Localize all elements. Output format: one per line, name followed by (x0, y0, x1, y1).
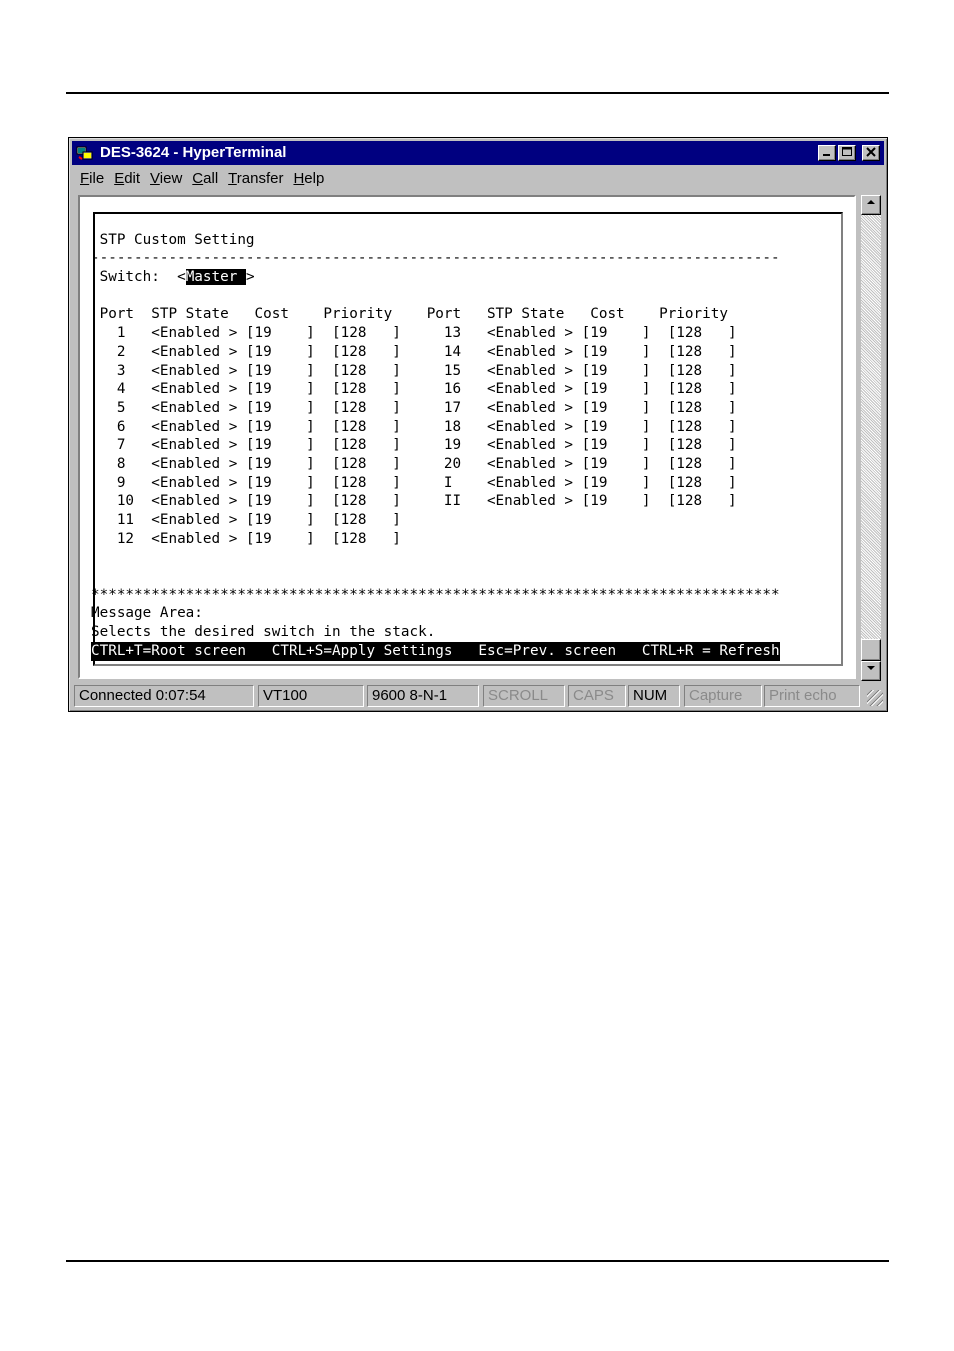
maximize-button[interactable] (838, 145, 856, 161)
menu-label-rest: ile (89, 170, 105, 187)
status-emulation: VT100 (258, 685, 364, 707)
status-print-echo: Print echo (764, 685, 860, 707)
scroll-down-button[interactable] (861, 661, 881, 681)
status-bar: Connected 0:07:54 VT100 9600 8-N-1 SCROL… (72, 684, 884, 708)
terminal-text: STP Custom Setting ----------------------… (91, 212, 831, 661)
dashed-separator: ----------------------------------------… (91, 250, 780, 267)
port-row: 9 <Enabled > [19 ] [128 ] I <Enabled > [… (91, 474, 737, 491)
menu-bar: File Edit View Call Transfer Help (72, 167, 326, 191)
port-row: 5 <Enabled > [19 ] [128 ] 17 <Enabled > … (91, 399, 737, 416)
minimize-button[interactable] (818, 145, 836, 161)
status-num: NUM (628, 685, 680, 707)
scroll-up-button[interactable] (861, 195, 881, 215)
hotkey-bar: CTRL+T=Root screen CTRL+S=Apply Settings… (91, 641, 780, 661)
menu-hotkey: V (150, 170, 160, 187)
menu-transfer[interactable]: Transfer (228, 167, 283, 191)
switch-selector-row: Switch: <Master > (91, 269, 255, 286)
terminal-screen-title: STP Custom Setting (91, 231, 255, 248)
port-row: 4 <Enabled > [19 ] [128 ] 16 <Enabled > … (91, 381, 737, 398)
port-row: 7 <Enabled > [19 ] [128 ] 19 <Enabled > … (91, 437, 737, 454)
menu-call[interactable]: Call (192, 167, 218, 191)
menu-hotkey: E (114, 170, 125, 187)
status-scroll: SCROLL (483, 685, 565, 707)
port-row: 2 <Enabled > [19 ] [128 ] 14 <Enabled > … (91, 343, 737, 360)
resize-grip-icon[interactable] (867, 690, 883, 706)
port-row: 3 <Enabled > [19 ] [128 ] 15 <Enabled > … (91, 362, 737, 379)
message-area-text: Selects the desired switch in the stack. (91, 624, 436, 641)
menu-hotkey: T (228, 170, 237, 187)
star-separator: ****************************************… (91, 586, 780, 603)
window-title: DES-3624 - HyperTerminal (100, 144, 287, 161)
hotkey-row: CTRL+T=Root screen CTRL+S=Apply Settings… (91, 641, 831, 661)
menu-label-rest: dit (124, 170, 141, 187)
port-table-header: Port STP State Cost Priority Port STP St… (91, 306, 728, 323)
port-row: 8 <Enabled > [19 ] [128 ] 20 <Enabled > … (91, 455, 737, 472)
title-bar[interactable]: DES-3624 - HyperTerminal (72, 141, 884, 165)
vertical-scrollbar[interactable] (861, 195, 881, 681)
menu-hotkey: F (80, 170, 90, 187)
status-caps: CAPS (568, 685, 626, 707)
arrow-down-icon (867, 666, 875, 670)
menu-hotkey: C (192, 170, 204, 187)
port-row: 10 <Enabled > [19 ] [128 ] II <Enabled >… (91, 493, 737, 510)
minimize-icon (823, 154, 830, 156)
message-area-label: Message Area: (91, 605, 203, 622)
menu-file[interactable]: File (80, 167, 104, 191)
menu-label-rest: ransfer (236, 170, 284, 187)
menu-label-rest: iew (159, 170, 183, 187)
arrow-up-icon (867, 200, 875, 204)
menu-help[interactable]: Help (293, 167, 324, 191)
close-button[interactable] (862, 145, 880, 161)
port-row: 1 <Enabled > [19 ] [128 ] 13 <Enabled > … (91, 325, 737, 342)
page-top-rule (66, 92, 889, 94)
page-bottom-rule (66, 1260, 889, 1262)
port-row: 11 <Enabled > [19 ] [128 ] (91, 512, 401, 528)
status-port-settings: 9600 8-N-1 (367, 685, 479, 707)
close-icon (866, 147, 876, 157)
menu-view[interactable]: View (150, 167, 182, 191)
hyperterminal-window: DES-3624 - HyperTerminal File Edit View Cal… (68, 137, 888, 712)
menu-label-rest: all (203, 170, 219, 187)
menu-edit[interactable]: Edit (114, 167, 140, 191)
scroll-thumb[interactable] (861, 639, 881, 661)
port-row: 12 <Enabled > [19 ] [128 ] (91, 530, 401, 547)
status-connected: Connected 0:07:54 (74, 685, 254, 707)
menu-hotkey: H (293, 170, 305, 187)
port-row: 6 <Enabled > [19 ] [128 ] 18 <Enabled > … (91, 418, 737, 435)
status-capture: Capture (684, 685, 762, 707)
menu-label-rest: elp (304, 170, 325, 187)
switch-selector-value[interactable]: Master (185, 269, 246, 286)
hyperterminal-app-icon[interactable] (76, 145, 94, 161)
maximize-icon (842, 147, 852, 156)
